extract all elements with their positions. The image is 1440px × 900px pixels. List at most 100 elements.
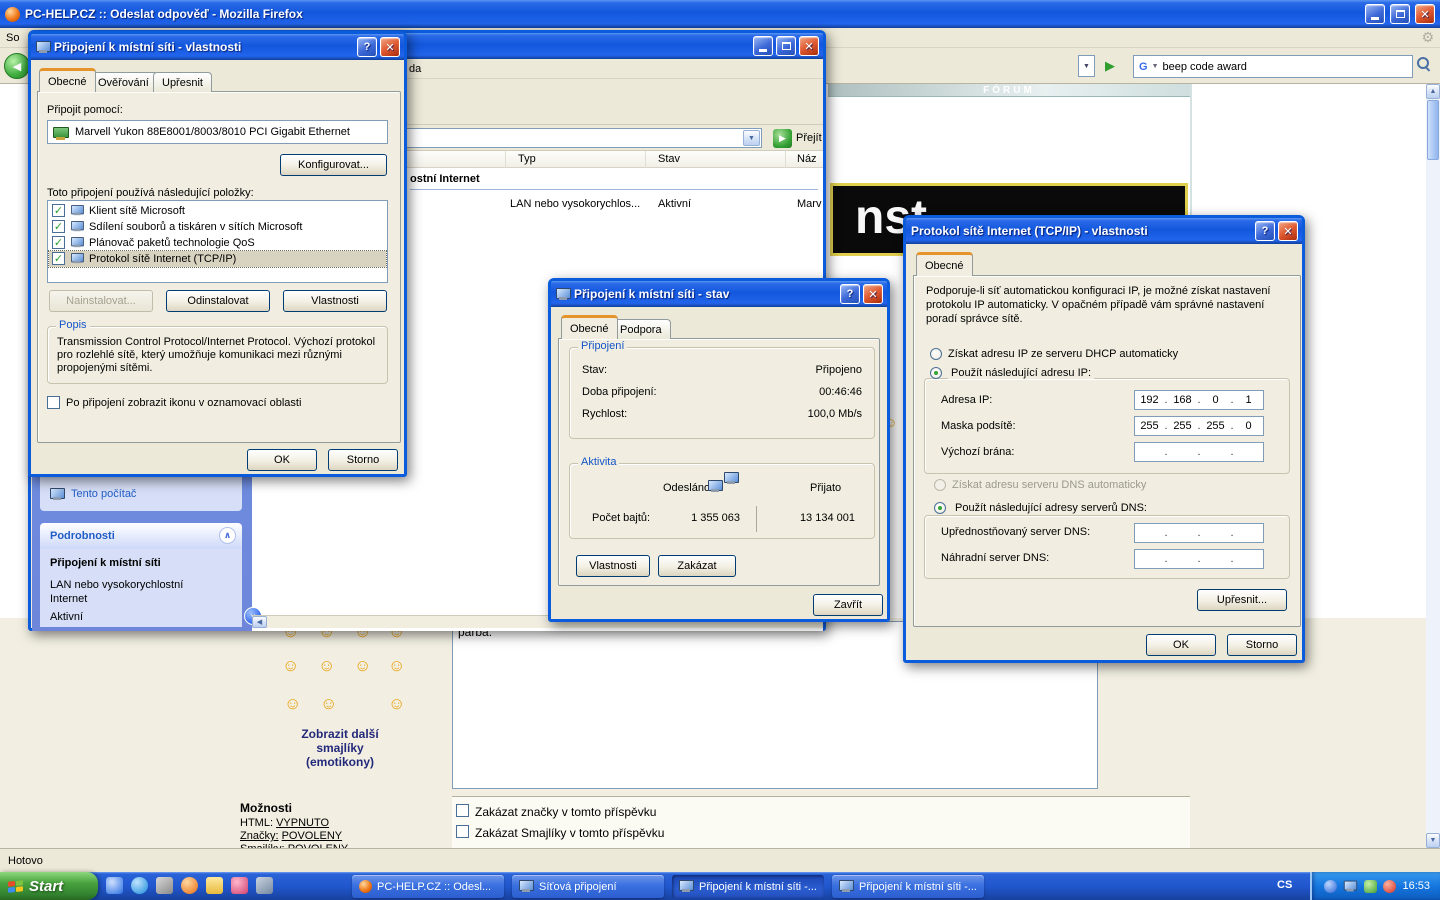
back-button[interactable]: ◀ [4,53,30,79]
dialog-titlebar[interactable]: Připojení k místní síti - vlastnosti ? ✕ [31,34,404,60]
smiley-icon[interactable]: ☺ [284,695,301,712]
tray-icon-1[interactable] [1324,880,1337,893]
quick-launch-icon-6[interactable] [231,877,248,894]
uninstall-button[interactable]: Odinstalovat [166,290,270,312]
advanced-button[interactable]: Upřesnit... [1197,589,1287,611]
scroll-up-button[interactable]: ▲ [1426,84,1440,99]
clock[interactable]: 16:53 [1402,880,1430,892]
properties-button[interactable]: Vlastnosti [576,555,650,577]
list-item-selected[interactable]: ✓ Protokol sítě Internet (TCP/IP) [49,251,386,267]
details-panel-header[interactable]: Podrobnosti ∧ [40,523,242,549]
cancel-button[interactable]: Storno [1227,634,1297,656]
help-button[interactable]: ? [840,284,860,304]
item-checkbox[interactable]: ✓ [52,220,65,233]
menu-soubor-partial[interactable]: So [6,32,19,44]
ip-address-field[interactable]: 192. 168. 0. 1 [1134,390,1264,410]
tray-icon-3[interactable] [1364,880,1377,893]
smiley-icon[interactable]: ☺ [318,657,335,674]
address-dropdown-button[interactable]: ▼ [1078,55,1095,77]
row-cell-naz[interactable]: Marv [797,198,821,210]
column-header-stav[interactable]: Stav [658,153,680,165]
item-checkbox[interactable]: ✓ [52,204,65,217]
search-engine-dropdown-icon[interactable]: ▼ [1152,63,1159,70]
smiley-icon[interactable]: ☺ [354,657,371,674]
notify-checkbox[interactable] [47,396,60,409]
search-submit-button[interactable] [1416,56,1431,74]
disable-button[interactable]: Zakázat [658,555,736,577]
sidebar-item-my-computer[interactable]: Tento počítač [71,488,136,500]
close-button[interactable]: ✕ [799,36,819,56]
item-checkbox[interactable]: ✓ [52,236,65,249]
more-smilies-link[interactable]: Zobrazit další smajlíky (emotikony) [260,727,420,769]
properties-button[interactable]: Vlastnosti [283,290,387,312]
help-button[interactable]: ? [357,37,377,57]
collapse-button[interactable]: ∧ [219,527,236,544]
mask-octet[interactable]: 255 [1201,420,1230,432]
minimize-button[interactable] [753,36,773,56]
tab-obecne[interactable]: Obecné [39,68,96,92]
minimize-button[interactable] [1365,4,1385,24]
ip-octet[interactable]: 192 [1135,394,1164,406]
help-button[interactable]: ? [1255,221,1275,241]
list-item[interactable]: ✓ Plánovač paketů technologie QoS [49,235,386,251]
ip-octet[interactable]: 168 [1168,394,1197,406]
close-dialog-button[interactable]: Zavřít [813,594,883,616]
mask-octet[interactable]: 255 [1168,420,1197,432]
quick-launch-icon-7[interactable] [256,877,273,894]
start-button[interactable]: Start [0,872,98,900]
ok-button[interactable]: OK [1146,634,1216,656]
taskbar-button-connection-properties[interactable]: Připojení k místní síti -... [672,875,824,898]
ip-octet[interactable]: 0 [1201,394,1230,406]
tab-obecne[interactable]: Obecné [561,315,618,339]
disable-smilies-checkbox[interactable] [456,825,469,838]
scroll-left-button[interactable]: ◀ [252,616,267,628]
quick-launch-icon-1[interactable] [106,877,123,894]
column-header-typ[interactable]: Typ [518,153,536,165]
dhcp-radio[interactable] [930,348,942,360]
quick-launch-icon-4[interactable] [181,877,198,894]
taskbar-button-firefox[interactable]: PC-HELP.CZ :: Odesl... [352,875,504,898]
cancel-button[interactable]: Storno [328,449,398,471]
disable-tags-checkbox[interactable] [456,804,469,817]
search-input[interactable]: G ▼ beep code award [1133,55,1413,78]
close-button[interactable]: ✕ [863,284,883,304]
smiley-icon[interactable]: ☺ [388,657,405,674]
page-scrollbar[interactable]: ▲ ▼ [1426,84,1440,848]
tab-overovani[interactable]: Ověřování [89,72,158,92]
column-header-naz[interactable]: Náz [797,153,817,165]
firefox-titlebar[interactable]: PC-HELP.CZ :: Odeslat odpověď - Mozilla … [0,0,1440,28]
list-item[interactable]: ✓ Klient sítě Microsoft [49,203,386,219]
dns-secondary-field[interactable]: . . . [1134,549,1264,569]
quick-launch-icon-5[interactable] [206,877,223,894]
tray-icon-4[interactable] [1383,880,1396,893]
list-item[interactable]: ✓ Sdílení souborů a tiskáren v sítích Mi… [49,219,386,235]
scroll-down-button[interactable]: ▼ [1426,833,1440,848]
mask-octet[interactable]: 255 [1135,420,1164,432]
scrollbar-thumb[interactable] [1427,100,1439,160]
quick-launch-icon-3[interactable] [156,877,173,894]
close-button[interactable]: ✕ [380,37,400,57]
go-button[interactable]: ▶ [1100,56,1120,76]
smiley-icon[interactable]: ☺ [388,695,405,712]
row-cell-typ[interactable]: LAN nebo vysokorychlos... [510,198,640,210]
taskbar-button-connection-status[interactable]: Připojení k místní síti -... [832,875,984,898]
tab-upresnit[interactable]: Upřesnit [153,72,212,92]
language-indicator[interactable]: CS [1277,879,1292,891]
subnet-mask-field[interactable]: 255. 255. 255. 0 [1134,416,1264,436]
dns-primary-field[interactable]: . . . [1134,523,1264,543]
quick-launch-icon-2[interactable] [131,877,148,894]
maximize-button[interactable] [776,36,796,56]
taskbar-button-network-connections[interactable]: Síťová připojení [512,875,664,898]
connection-items-list[interactable]: ✓ Klient sítě Microsoft ✓ Sdílení soubor… [47,200,388,283]
install-button[interactable]: Nainstalovat... [49,290,153,312]
item-checkbox[interactable]: ✓ [52,252,65,265]
ok-button[interactable]: OK [247,449,317,471]
configure-button[interactable]: Konfigurovat... [280,154,387,176]
restore-button[interactable] [1390,4,1410,24]
address-dropdown-button[interactable]: ▼ [743,130,760,146]
close-button[interactable]: ✕ [1415,4,1435,24]
dialog-titlebar[interactable]: Připojení k místní síti - stav ? ✕ [551,281,887,307]
dns-manual-radio[interactable] [934,502,946,514]
go-button[interactable]: ▶ [773,129,792,148]
tab-obecne[interactable]: Obecné [916,252,973,276]
